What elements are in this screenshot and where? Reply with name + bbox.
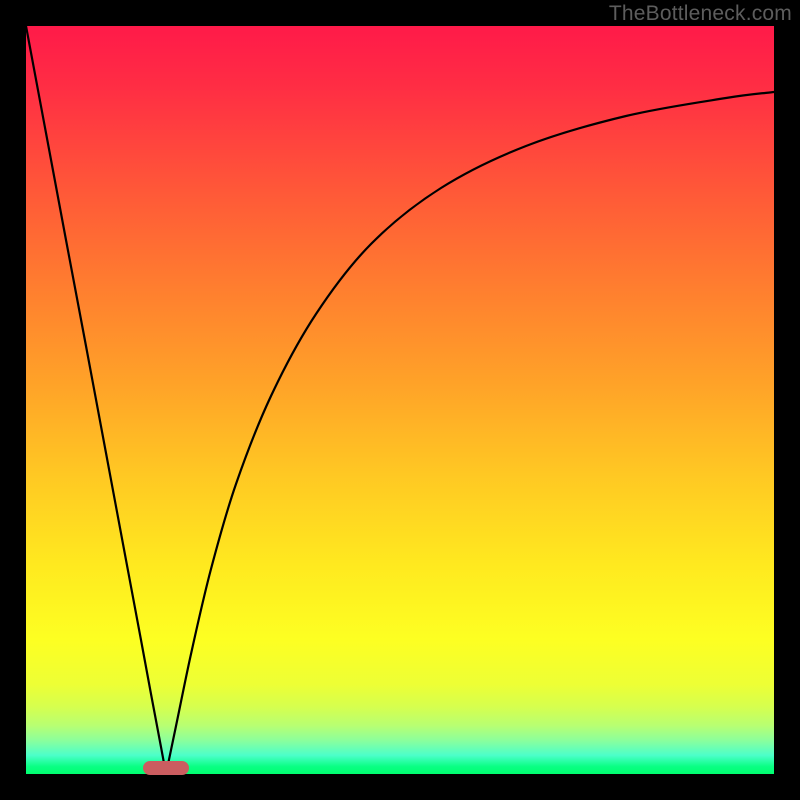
vertex-marker: [143, 761, 189, 775]
plot-area: [26, 26, 774, 774]
bottleneck-curve: [26, 26, 774, 774]
chart-frame: TheBottleneck.com: [0, 0, 800, 800]
watermark-text: TheBottleneck.com: [609, 2, 792, 26]
